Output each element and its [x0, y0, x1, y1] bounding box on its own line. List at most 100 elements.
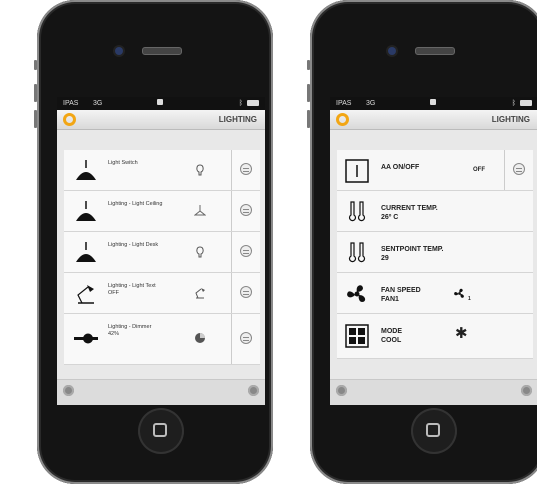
settings-button[interactable] — [231, 150, 260, 190]
item-status: 42% — [108, 331, 120, 337]
settings-button[interactable] — [231, 232, 260, 272]
item-label: Lighting - Light Ceiling — [108, 201, 163, 207]
dimmer-icon — [74, 333, 98, 344]
settings-icon — [240, 204, 252, 216]
climate-list: AA ON/OFF OFF CURRENT TEMP. 26º C SENTPOI… — [330, 130, 537, 380]
back-button[interactable] — [336, 385, 347, 396]
page-title: LIGHTING — [491, 115, 530, 124]
network-label: 3G — [93, 100, 103, 107]
list-item-light-ceiling[interactable]: Lighting - Light Ceiling — [64, 191, 260, 232]
item-status: OFF — [108, 290, 119, 296]
network-label: 3G — [366, 100, 376, 107]
fan-level: 1 — [468, 296, 471, 302]
earpiece-speaker — [142, 47, 182, 55]
nav-bar: LIGHTING — [57, 110, 265, 130]
app-logo-icon[interactable] — [63, 113, 76, 126]
home-icon — [153, 423, 167, 437]
status-bar: IPAS 3G ᛒ — [330, 97, 537, 110]
battery-icon — [247, 100, 259, 106]
back-button[interactable] — [63, 385, 74, 396]
settings-icon — [513, 163, 525, 175]
bluetooth-icon: ᛒ — [238, 100, 243, 107]
fan-small-icon — [454, 288, 464, 298]
forward-button[interactable] — [248, 385, 259, 396]
carrier-label: IPAS — [336, 100, 352, 107]
pendant-lamp-icon — [76, 242, 96, 262]
phone-left: IPAS 3G ᛒ LIGHTING Light Switch Lighting… — [34, 0, 273, 484]
pendant-lamp-icon — [76, 201, 96, 221]
pendant-lamp-icon — [76, 160, 96, 180]
app-logo-icon[interactable] — [336, 113, 349, 126]
snowflake-icon: ✱ — [455, 325, 468, 342]
page-title: LIGHTING — [218, 115, 257, 124]
nav-bar: LIGHTING — [330, 110, 537, 130]
status-bar: IPAS 3G ᛒ — [57, 97, 265, 110]
item-label: Light Switch — [108, 160, 138, 166]
battery-icon — [520, 100, 532, 106]
bulb-icon — [196, 246, 204, 258]
settings-button[interactable] — [231, 273, 260, 313]
fan-icon — [347, 285, 366, 302]
climate-screen: IPAS 3G ᛒ LIGHTING AA ON/OFF OFF CURRENT… — [330, 97, 537, 405]
mode-value: COOL — [381, 337, 402, 344]
lock-icon — [157, 99, 163, 105]
fan-speed-row[interactable]: FAN SPEED FAN1 1 — [337, 273, 533, 314]
ac-power-label: AA ON/OFF — [381, 164, 420, 171]
item-label: Lighting - Light Text — [108, 283, 156, 289]
volume-down-button — [307, 110, 310, 128]
ac-power-state: OFF — [473, 167, 485, 173]
settings-icon — [240, 245, 252, 257]
dimmer-level-icon — [195, 333, 205, 343]
item-label: Lighting - Light Desk — [108, 242, 159, 248]
forward-button[interactable] — [521, 385, 532, 396]
bulb-icon — [196, 164, 204, 176]
volume-down-button — [34, 110, 37, 128]
item-label: Lighting - Dimmer — [108, 324, 152, 330]
mode-row[interactable]: MODE COOL ✱ — [337, 314, 533, 359]
home-button[interactable] — [411, 408, 457, 454]
mode-label: MODE — [381, 328, 402, 335]
power-switch-icon — [345, 159, 369, 183]
mute-switch — [307, 60, 310, 70]
front-camera — [115, 47, 123, 55]
setpoint-temp-row[interactable]: SENTPOINT TEMP. 29 — [337, 232, 533, 273]
volume-up-button — [307, 84, 310, 102]
settings-button[interactable] — [504, 150, 533, 190]
list-item-light-switch[interactable]: Light Switch — [64, 150, 260, 191]
desk-lamp-icon — [77, 285, 94, 304]
lock-icon — [430, 99, 436, 105]
fan-speed-label: FAN SPEED — [381, 287, 421, 294]
volume-up-button — [34, 84, 37, 102]
mode-text: MODE COOL — [381, 327, 402, 345]
bottom-toolbar — [57, 379, 265, 405]
current-temp-label: CURRENT TEMP. — [381, 205, 438, 212]
bluetooth-icon: ᛒ — [511, 100, 516, 107]
lighting-list: Light Switch Lighting - Light Ceiling Li… — [57, 130, 265, 380]
thermometer-icon — [348, 242, 366, 263]
settings-icon — [240, 332, 252, 344]
list-item-light-text[interactable]: Lighting - Light Text OFF — [64, 273, 260, 314]
settings-icon — [240, 286, 252, 298]
current-temp-row: CURRENT TEMP. 26º C — [337, 191, 533, 232]
fan-speed-value: FAN1 — [381, 296, 399, 303]
earpiece-speaker — [415, 47, 455, 55]
setpoint-temp-text: SENTPOINT TEMP. 29 — [381, 245, 444, 263]
list-item-light-desk[interactable]: Lighting - Light Desk — [64, 232, 260, 273]
phone-right: IPAS 3G ᛒ LIGHTING AA ON/OFF OFF CURRENT… — [307, 0, 537, 484]
lighting-screen: IPAS 3G ᛒ LIGHTING Light Switch Lighting… — [57, 97, 265, 405]
home-icon — [426, 423, 440, 437]
front-camera — [388, 47, 396, 55]
settings-button[interactable] — [231, 314, 260, 364]
setpoint-temp-label: SENTPOINT TEMP. — [381, 246, 444, 253]
mode-grid-icon — [345, 324, 369, 348]
thermometer-icon — [348, 201, 366, 222]
mute-switch — [34, 60, 37, 70]
current-temp-value: 26º C — [381, 214, 399, 221]
ceiling-lamp-icon — [194, 205, 206, 216]
settings-icon — [240, 163, 252, 175]
ac-power-row[interactable]: AA ON/OFF OFF — [337, 150, 533, 191]
list-item-dimmer[interactable]: Lighting - Dimmer 42% — [64, 314, 260, 365]
settings-button[interactable] — [231, 191, 260, 231]
home-button[interactable] — [138, 408, 184, 454]
desk-lamp-small-icon — [195, 288, 205, 299]
